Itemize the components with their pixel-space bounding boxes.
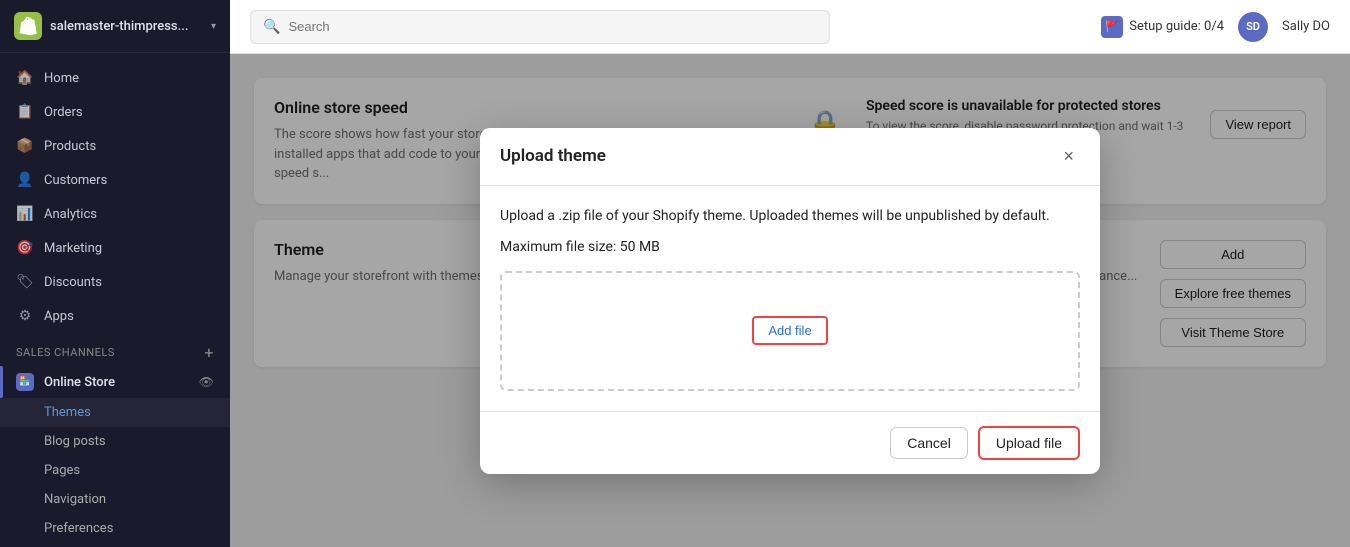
sidebar-item-apps-label: Apps <box>44 309 74 324</box>
setup-guide[interactable]: 🚩 Setup guide: 0/4 <box>1101 16 1224 38</box>
sidebar: salemaster-thimpress... ▾ 🏠 Home 📋 Order… <box>0 0 230 547</box>
add-channel-button[interactable]: + <box>204 343 214 362</box>
sidebar-item-analytics-label: Analytics <box>44 207 97 222</box>
sidebar-item-marketing[interactable]: 🎯 Marketing <box>0 231 230 265</box>
navigation-label: Navigation <box>44 492 106 507</box>
modal-body: Upload a .zip file of your Shopify theme… <box>480 186 1100 411</box>
upload-theme-modal: Upload theme × Upload a .zip file of you… <box>480 128 1100 474</box>
sidebar-item-discounts-label: Discounts <box>44 275 102 290</box>
chevron-down-icon[interactable]: ▾ <box>211 21 216 32</box>
sidebar-item-customers-label: Customers <box>44 173 107 188</box>
pages-label: Pages <box>44 463 80 478</box>
themes-label: Themes <box>44 405 91 420</box>
orders-icon: 📋 <box>16 103 34 121</box>
shopify-logo <box>14 12 42 40</box>
marketing-icon: 🎯 <box>16 239 34 257</box>
topbar: 🔍 🚩 Setup guide: 0/4 SD Sally DO <box>230 0 1350 54</box>
blog-posts-label: Blog posts <box>44 434 106 449</box>
online-store-subnav: Themes Blog posts Pages Navigation Prefe… <box>0 398 230 543</box>
modal-footer: Cancel Upload file <box>480 411 1100 474</box>
sidebar-item-marketing-label: Marketing <box>44 241 102 256</box>
page-body: Online store speed The score shows how f… <box>230 54 1350 547</box>
preferences-label: Preferences <box>44 521 113 536</box>
sidebar-item-orders[interactable]: 📋 Orders <box>0 95 230 129</box>
modal-title: Upload theme <box>500 146 606 166</box>
add-file-button[interactable]: Add file <box>752 316 827 345</box>
sidebar-item-customers[interactable]: 👤 Customers <box>0 163 230 197</box>
flag-icon: 🚩 <box>1101 16 1123 38</box>
sidebar-item-preferences[interactable]: Preferences <box>0 514 230 543</box>
products-icon: 📦 <box>16 137 34 155</box>
cancel-button[interactable]: Cancel <box>890 427 968 459</box>
sidebar-nav: 🏠 Home 📋 Orders 📦 Products 👤 Customers 📊… <box>0 53 230 547</box>
sidebar-item-products[interactable]: 📦 Products <box>0 129 230 163</box>
online-store-icon: 🏪 <box>16 373 34 391</box>
online-store-label: Online Store <box>44 375 189 390</box>
avatar-initials: SD <box>1246 20 1260 33</box>
discounts-icon: 🏷 <box>16 273 34 291</box>
topbar-right: 🚩 Setup guide: 0/4 SD Sally DO <box>1101 12 1330 42</box>
apps-icon: ⚙ <box>16 307 34 325</box>
eye-icon[interactable]: 👁 <box>199 375 214 389</box>
main-content: 🔍 🚩 Setup guide: 0/4 SD Sally DO Online … <box>230 0 1350 547</box>
sidebar-item-home-label: Home <box>44 71 79 86</box>
sidebar-item-discounts[interactable]: 🏷 Discounts <box>0 265 230 299</box>
online-store-item[interactable]: 🏪 Online Store 👁 <box>0 366 230 398</box>
modal-filesize: Maximum file size: 50 MB <box>500 239 1080 255</box>
sidebar-item-blog-posts[interactable]: Blog posts <box>0 427 230 456</box>
modal-header: Upload theme × <box>480 128 1100 186</box>
avatar[interactable]: SD <box>1238 12 1268 42</box>
sidebar-item-analytics[interactable]: 📊 Analytics <box>0 197 230 231</box>
upload-file-button[interactable]: Upload file <box>978 426 1080 460</box>
analytics-icon: 📊 <box>16 205 34 223</box>
search-bar[interactable]: 🔍 <box>250 10 830 44</box>
modal-close-button[interactable]: × <box>1057 144 1080 169</box>
sidebar-item-pages[interactable]: Pages <box>0 456 230 485</box>
user-name: Sally DO <box>1282 19 1330 34</box>
sidebar-item-orders-label: Orders <box>44 105 83 120</box>
sidebar-item-home[interactable]: 🏠 Home <box>0 61 230 95</box>
search-icon: 🔍 <box>263 19 280 35</box>
setup-guide-label: Setup guide: 0/4 <box>1129 19 1224 34</box>
store-name: salemaster-thimpress... <box>50 19 203 34</box>
modal-description: Upload a .zip file of your Shopify theme… <box>500 206 1080 227</box>
customers-icon: 👤 <box>16 171 34 189</box>
modal-overlay[interactable]: Upload theme × Upload a .zip file of you… <box>230 54 1350 547</box>
file-drop-zone[interactable]: Add file <box>500 271 1080 391</box>
sidebar-header[interactable]: salemaster-thimpress... ▾ <box>0 0 230 53</box>
sidebar-item-products-label: Products <box>44 139 96 154</box>
search-input[interactable] <box>288 19 817 34</box>
sidebar-item-apps[interactable]: ⚙ Apps <box>0 299 230 333</box>
sidebar-item-navigation[interactable]: Navigation <box>0 485 230 514</box>
sales-channels-label: Sales channels + <box>0 333 230 366</box>
home-icon: 🏠 <box>16 69 34 87</box>
sidebar-item-themes[interactable]: Themes <box>0 398 230 427</box>
